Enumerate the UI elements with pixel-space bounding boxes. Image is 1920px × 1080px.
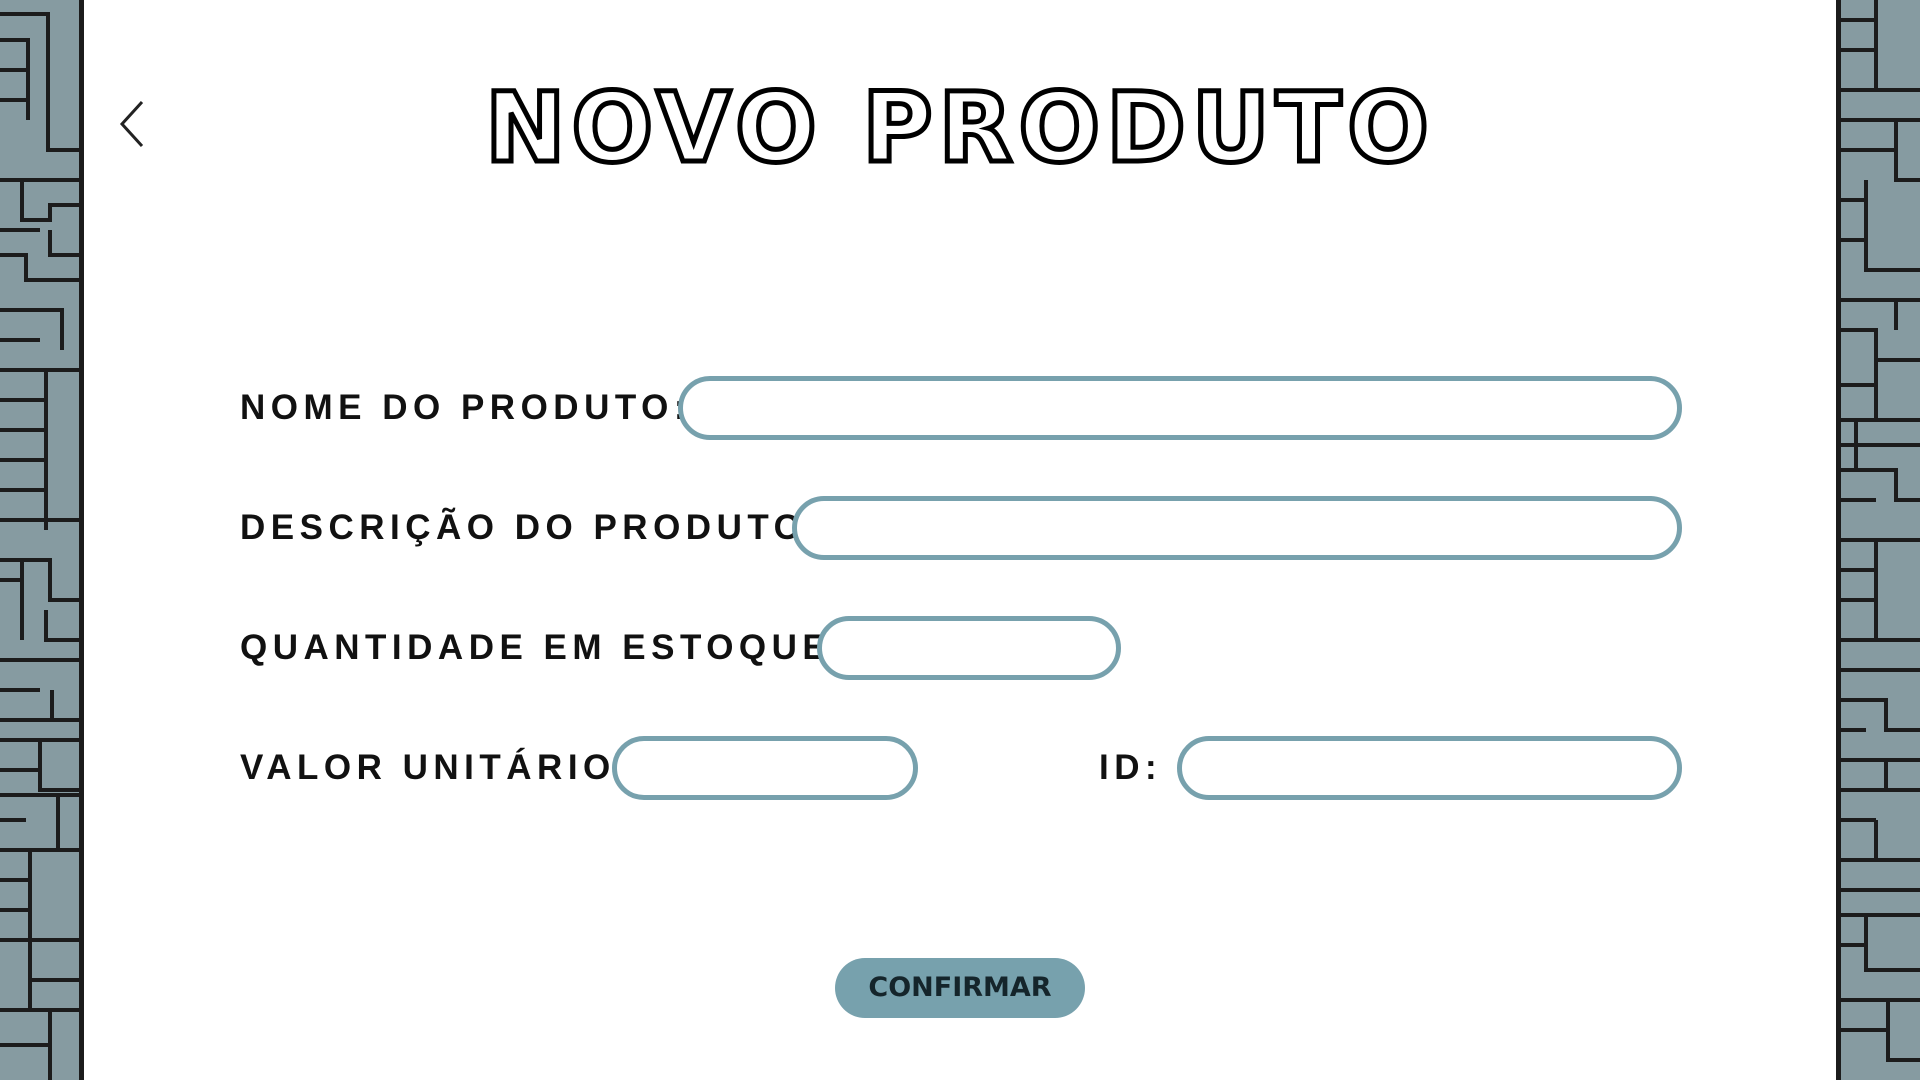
unit-price-label: VALOR UNITÁRIO: <box>240 748 633 787</box>
confirm-button[interactable]: CONFIRMAR <box>835 958 1085 1018</box>
product-name-label: NOME DO PRODUTO: <box>240 388 691 427</box>
product-name-input[interactable] <box>678 376 1682 440</box>
stock-quantity-label: QUANTIDADE EM ESTOQUE: <box>240 628 849 667</box>
id-label: ID: <box>1099 748 1163 787</box>
stock-quantity-input[interactable] <box>817 616 1121 680</box>
unit-price-input[interactable] <box>612 736 918 800</box>
product-description-label: DESCRIÇÃO DO PRODUTO: <box>240 508 824 547</box>
product-description-input[interactable] <box>792 496 1682 560</box>
page: NOVO PRODUTO NOME DO PRODUTO: DESCRIÇÃO … <box>0 0 1920 1080</box>
id-input[interactable] <box>1177 736 1682 800</box>
page-title: NOVO PRODUTO <box>483 70 1435 187</box>
